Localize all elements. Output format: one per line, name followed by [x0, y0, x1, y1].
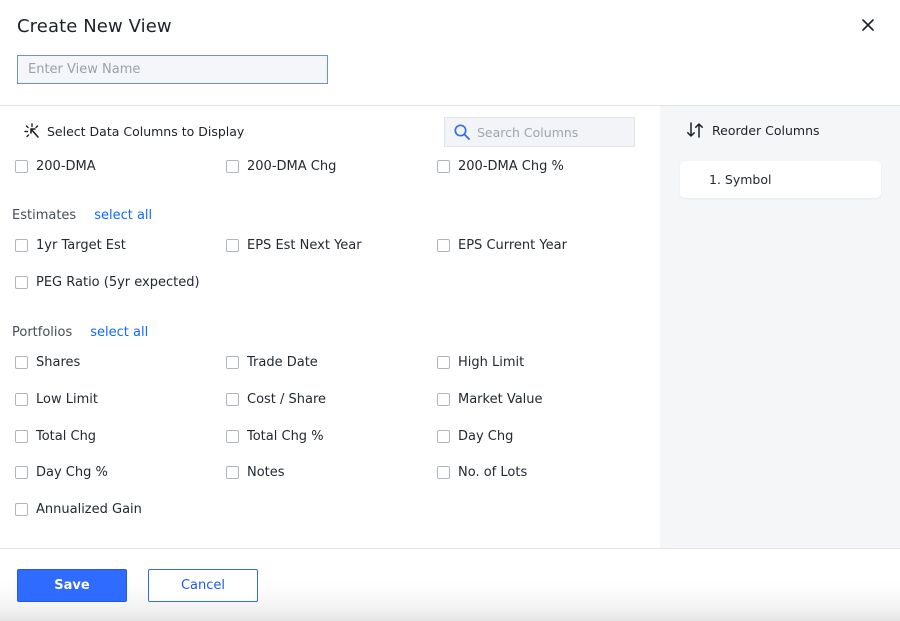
close-icon [862, 19, 874, 31]
column-option-trade-date[interactable]: Trade Date [226, 355, 318, 370]
dialog-footer: Save Cancel [0, 549, 900, 621]
checkbox[interactable] [226, 393, 239, 406]
checkbox[interactable] [226, 160, 239, 173]
option-label: Market Value [458, 392, 543, 407]
columns-panel-heading: Select Data Columns to Display [23, 122, 244, 140]
column-option-day-chg-pct[interactable]: Day Chg % [15, 465, 108, 480]
option-label: PEG Ratio (5yr expected) [36, 275, 200, 290]
column-option-no-of-lots[interactable]: No. of Lots [437, 465, 527, 480]
reorder-panel: Reorder Columns 1. Symbol [660, 106, 900, 548]
checkbox[interactable] [15, 239, 28, 252]
option-label: No. of Lots [458, 465, 528, 480]
option-label: High Limit [458, 355, 525, 370]
column-option-200-dma-chg-pct[interactable]: 200-DMA Chg % [437, 159, 564, 174]
option-label: EPS Est Next Year [247, 238, 362, 253]
checkbox[interactable] [15, 393, 28, 406]
column-option-eps-current-year[interactable]: EPS Current Year [437, 238, 567, 253]
option-label: 1yr Target Est [36, 238, 126, 253]
columns-panel-title: Select Data Columns to Display [47, 123, 245, 139]
column-option-shares[interactable]: Shares [15, 355, 80, 370]
option-label: Notes [247, 465, 285, 480]
option-label: Day Chg % [36, 465, 108, 480]
checkbox[interactable] [437, 466, 450, 479]
option-label: 200-DMA [36, 159, 96, 174]
dialog-header: Create New View [0, 0, 900, 105]
checkbox[interactable] [15, 356, 28, 369]
option-label: Total Chg % [247, 429, 324, 444]
checkbox[interactable] [15, 430, 28, 443]
column-option-total-chg[interactable]: Total Chg [15, 429, 96, 444]
checkbox[interactable] [15, 160, 28, 173]
option-label: Annualized Gain [36, 502, 142, 517]
view-name-input[interactable] [17, 55, 328, 84]
checkbox[interactable] [15, 276, 28, 289]
column-option-low-limit[interactable]: Low Limit [15, 392, 98, 407]
search-columns-input[interactable] [477, 124, 627, 140]
column-option-200-dma[interactable]: 200-DMA [15, 159, 96, 174]
search-columns-field[interactable] [444, 117, 635, 147]
search-icon [454, 124, 470, 140]
column-option-peg-ratio[interactable]: PEG Ratio (5yr expected) [15, 275, 200, 290]
option-label: Total Chg [36, 429, 97, 444]
select-all-portfolios-link[interactable]: select all [90, 325, 148, 340]
column-option-annualized-gain[interactable]: Annualized Gain [15, 502, 142, 517]
checkbox[interactable] [437, 356, 450, 369]
checkbox[interactable] [15, 466, 28, 479]
checkbox[interactable] [437, 239, 450, 252]
checkbox[interactable] [437, 430, 450, 443]
close-button[interactable] [856, 13, 880, 37]
option-label: 200-DMA Chg [247, 159, 337, 174]
save-button[interactable]: Save [17, 569, 127, 602]
columns-panel: Select Data Columns to Display 200-DMA 2… [0, 106, 660, 548]
column-option-1yr-target-est[interactable]: 1yr Target Est [15, 238, 126, 253]
option-label: Trade Date [247, 355, 318, 370]
column-option-notes[interactable]: Notes [226, 465, 285, 480]
section-title: Portfolios [12, 325, 73, 340]
column-option-200-dma-chg[interactable]: 200-DMA Chg [226, 159, 336, 174]
column-option-cost-share[interactable]: Cost / Share [226, 392, 326, 407]
checkbox[interactable] [226, 239, 239, 252]
option-label: 200-DMA Chg % [458, 159, 564, 174]
magic-wand-icon [24, 123, 39, 138]
select-all-estimates-link[interactable]: select all [94, 208, 152, 223]
section-portfolios: Portfolios select all [12, 325, 148, 340]
section-estimates: Estimates select all [12, 208, 152, 223]
column-option-market-value[interactable]: Market Value [437, 392, 543, 407]
checkbox[interactable] [226, 430, 239, 443]
checkbox[interactable] [15, 503, 28, 516]
option-label: Day Chg [458, 429, 514, 444]
column-option-total-chg-pct[interactable]: Total Chg % [226, 429, 324, 444]
reorder-item-symbol[interactable]: 1. Symbol [680, 161, 881, 198]
column-option-high-limit[interactable]: High Limit [437, 355, 524, 370]
option-label: Shares [36, 355, 81, 370]
checkbox[interactable] [226, 466, 239, 479]
checkbox[interactable] [226, 356, 239, 369]
reorder-panel-heading: Reorder Columns [686, 122, 820, 138]
checkbox[interactable] [437, 393, 450, 406]
reorder-panel-title: Reorder Columns [712, 122, 820, 138]
checkbox[interactable] [437, 160, 450, 173]
option-label: Cost / Share [247, 392, 327, 407]
option-label: EPS Current Year [458, 238, 567, 253]
column-option-day-chg[interactable]: Day Chg [437, 429, 513, 444]
sort-arrows-icon [687, 122, 703, 138]
section-title: Estimates [12, 208, 77, 223]
column-option-eps-est-next-year[interactable]: EPS Est Next Year [226, 238, 362, 253]
cancel-button[interactable]: Cancel [148, 569, 258, 602]
option-label: Low Limit [36, 392, 98, 407]
dialog-title: Create New View [17, 16, 172, 37]
